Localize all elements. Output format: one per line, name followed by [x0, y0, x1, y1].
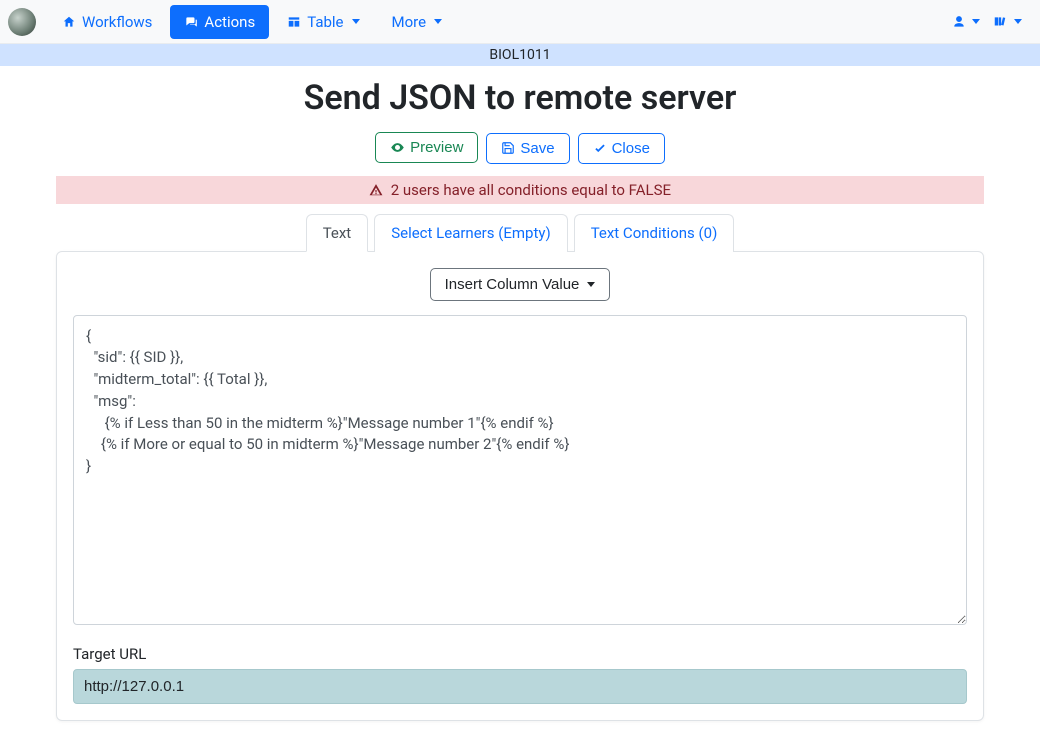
home-icon: [62, 15, 76, 29]
nav-workflows-label: Workflows: [82, 13, 152, 31]
nav-more-label: More: [392, 13, 427, 31]
editor-card: Insert Column Value Target URL: [56, 251, 984, 721]
context-label: BIOL1011: [489, 47, 550, 63]
eye-icon: [390, 140, 405, 155]
action-buttons: Preview Save Close: [0, 132, 1040, 164]
close-label: Close: [612, 140, 650, 157]
check-icon: [593, 141, 607, 155]
page-title: Send JSON to remote server: [0, 78, 1040, 118]
insert-column-dropdown[interactable]: Insert Column Value: [430, 268, 611, 301]
navbar-left: Workflows Actions Table More: [8, 5, 456, 39]
tab-text-conditions[interactable]: Text Conditions (0): [574, 214, 735, 252]
caret-down-icon: [587, 282, 595, 287]
tab-text[interactable]: Text: [306, 214, 369, 252]
table-icon: [287, 15, 301, 29]
tab-bar: Text Select Learners (Empty) Text Condit…: [0, 214, 1040, 252]
alert-text: 2 users have all conditions equal to FAL…: [391, 181, 671, 199]
nav-workflows[interactable]: Workflows: [48, 5, 166, 39]
nav-table-label: Table: [307, 13, 343, 31]
caret-down-icon: [352, 19, 360, 24]
tab-text-conditions-label: Text Conditions (0): [591, 224, 718, 242]
app-logo[interactable]: [8, 8, 36, 36]
insert-column-label: Insert Column Value: [445, 276, 580, 293]
user-menu[interactable]: [952, 15, 980, 29]
json-body-editor[interactable]: [73, 315, 967, 625]
save-button[interactable]: Save: [486, 133, 569, 164]
comments-icon: [184, 15, 198, 29]
caret-down-icon: [434, 19, 442, 24]
target-url-input[interactable]: [73, 669, 967, 704]
tab-select-learners-label: Select Learners (Empty): [391, 224, 550, 242]
tab-select-learners[interactable]: Select Learners (Empty): [374, 214, 567, 252]
nav-table[interactable]: Table: [273, 5, 373, 39]
save-icon: [501, 141, 515, 155]
books-menu[interactable]: [992, 15, 1022, 29]
caret-down-icon: [1014, 19, 1022, 24]
tab-text-label: Text: [323, 224, 352, 242]
user-icon: [952, 15, 966, 29]
nav-actions-label: Actions: [204, 13, 255, 31]
navbar-right: [952, 15, 1032, 29]
caret-down-icon: [972, 19, 980, 24]
warning-icon: [369, 183, 383, 197]
preview-button[interactable]: Preview: [375, 132, 478, 163]
top-navbar: Workflows Actions Table More: [0, 0, 1040, 44]
close-button[interactable]: Close: [578, 133, 665, 164]
target-url-label: Target URL: [73, 645, 967, 663]
nav-more[interactable]: More: [378, 5, 457, 39]
alert-banner: 2 users have all conditions equal to FAL…: [56, 176, 984, 204]
context-bar: BIOL1011: [0, 44, 1040, 66]
preview-label: Preview: [410, 139, 463, 156]
book-icon: [992, 15, 1008, 29]
nav-actions[interactable]: Actions: [170, 5, 269, 39]
save-label: Save: [520, 140, 554, 157]
